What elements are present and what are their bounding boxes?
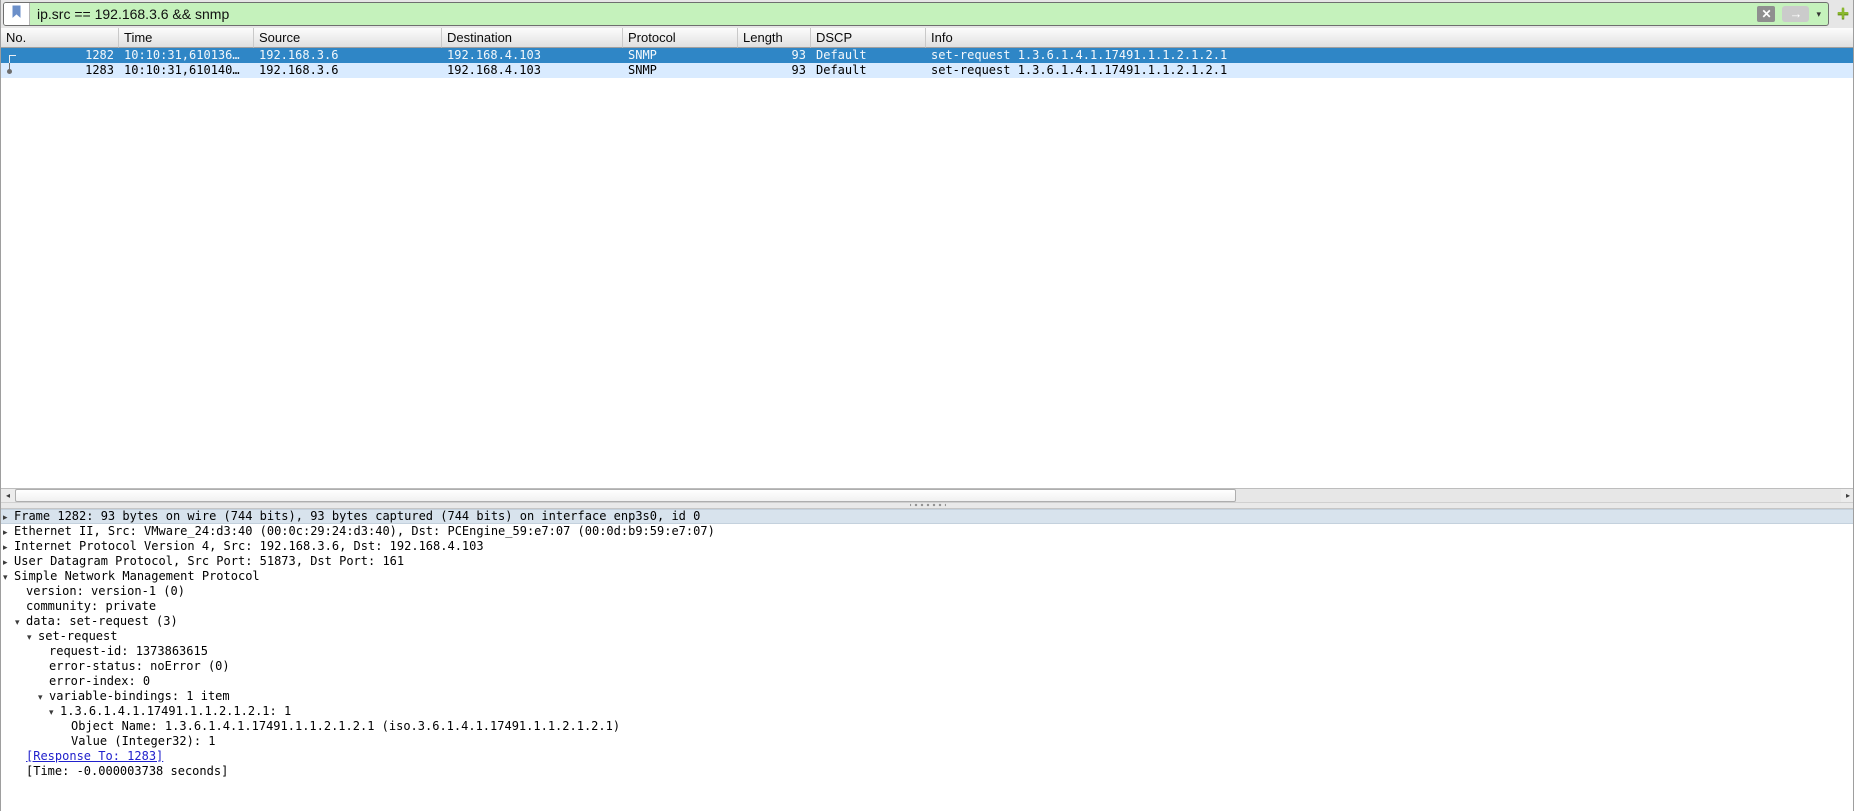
- bookmark-icon: [10, 4, 23, 25]
- cell-time: 10:10:31,610140…: [119, 63, 254, 78]
- related-response-icon: [7, 63, 19, 78]
- detail-tree-row[interactable]: Object Name: 1.3.6.1.4.1.17491.1.1.2.1.2…: [1, 719, 1854, 734]
- packet-list-pane: No.TimeSourceDestinationProtocolLengthDS…: [1, 28, 1854, 488]
- detail-line-text: Object Name: 1.3.6.1.4.1.17491.1.1.2.1.2…: [71, 719, 620, 733]
- cell-source: 192.168.3.6: [254, 63, 442, 78]
- packet-detail-pane: ▸Frame 1282: 93 bytes on wire (744 bits)…: [1, 509, 1854, 811]
- detail-tree-row[interactable]: ▸User Datagram Protocol, Src Port: 51873…: [1, 554, 1854, 569]
- detail-tree-row[interactable]: ▾set-request: [1, 629, 1854, 644]
- detail-tree-row[interactable]: ▸Internet Protocol Version 4, Src: 192.1…: [1, 539, 1854, 554]
- cell-protocol: SNMP: [623, 48, 738, 63]
- cell-time: 10:10:31,610136…: [119, 48, 254, 63]
- scroll-left-arrow-icon[interactable]: ◂: [1, 489, 15, 502]
- detail-tree-row[interactable]: request-id: 1373863615: [1, 644, 1854, 659]
- detail-line-text: data: set-request (3): [26, 614, 178, 628]
- column-header-destination[interactable]: Destination: [442, 28, 623, 48]
- detail-line-text: version: version-1 (0): [26, 584, 185, 598]
- cell-source: 192.168.3.6: [254, 48, 442, 63]
- detail-line-text: request-id: 1373863615: [49, 644, 208, 658]
- detail-line-text: Simple Network Management Protocol: [14, 569, 260, 583]
- column-header-dscp[interactable]: DSCP: [811, 28, 926, 48]
- cell-protocol: SNMP: [623, 63, 738, 78]
- scrollbar-thumb[interactable]: [15, 489, 1236, 502]
- cell-no: 1282: [1, 48, 119, 63]
- column-header-no[interactable]: No.: [1, 28, 119, 48]
- column-header-source[interactable]: Source: [254, 28, 442, 48]
- collapse-arrow-icon[interactable]: ▾: [27, 631, 38, 646]
- related-request-icon: [7, 48, 19, 63]
- expand-arrow-icon[interactable]: ▸: [3, 526, 14, 541]
- cell-info: set-request 1.3.6.1.4.1.17491.1.1.2.1.2.…: [926, 48, 1854, 63]
- detail-tree-row[interactable]: ▾variable-bindings: 1 item: [1, 689, 1854, 704]
- detail-tree-row[interactable]: community: private: [1, 599, 1854, 614]
- expand-arrow-icon[interactable]: ▸: [3, 511, 14, 526]
- detail-line-text: error-index: 0: [49, 674, 150, 688]
- collapse-arrow-icon[interactable]: ▾: [38, 691, 49, 706]
- detail-line-text: 1.3.6.1.4.1.17491.1.1.2.1.2.1: 1: [60, 704, 291, 718]
- splitter-grip-icon: [910, 503, 946, 507]
- display-filter-toolbar: ip.src == 192.168.3.6 && snmp ✕ → ▾ +: [1, 0, 1854, 28]
- filter-bookmark-button[interactable]: [4, 3, 30, 25]
- pane-splitter[interactable]: [1, 502, 1854, 509]
- cell-length: 93: [738, 48, 811, 63]
- detail-line-text: community: private: [26, 599, 156, 613]
- collapse-arrow-icon[interactable]: ▾: [3, 571, 14, 586]
- cell-info: set-request 1.3.6.1.4.1.17491.1.1.2.1.2.…: [926, 63, 1854, 78]
- cell-destination: 192.168.4.103: [442, 63, 623, 78]
- detail-tree-row[interactable]: error-index: 0: [1, 674, 1854, 689]
- filter-apply-button[interactable]: →: [1782, 6, 1809, 22]
- cell-dscp: Default: [811, 63, 926, 78]
- column-header-length[interactable]: Length: [738, 28, 811, 48]
- display-filter-input[interactable]: ip.src == 192.168.3.6 && snmp ✕ → ▾: [3, 2, 1829, 26]
- detail-tree-row[interactable]: ▾1.3.6.1.4.1.17491.1.1.2.1.2.1: 1: [1, 704, 1854, 719]
- cell-no: 1283: [1, 63, 119, 78]
- column-header-info[interactable]: Info: [926, 28, 1854, 48]
- packet-row-1282[interactable]: 128210:10:31,610136…192.168.3.6192.168.4…: [1, 48, 1854, 63]
- cell-dscp: Default: [811, 48, 926, 63]
- expand-arrow-icon[interactable]: ▸: [3, 556, 14, 571]
- detail-tree-row[interactable]: ▾Simple Network Management Protocol: [1, 569, 1854, 584]
- detail-line-text: [Time: -0.000003738 seconds]: [26, 764, 228, 778]
- column-header-time[interactable]: Time: [119, 28, 254, 48]
- cell-length: 93: [738, 63, 811, 78]
- detail-line-text: Internet Protocol Version 4, Src: 192.16…: [14, 539, 484, 553]
- detail-line-text: set-request: [38, 629, 117, 643]
- wireshark-window: ip.src == 192.168.3.6 && snmp ✕ → ▾ + No…: [0, 0, 1854, 811]
- detail-tree-row[interactable]: error-status: noError (0): [1, 659, 1854, 674]
- packet-list-header: No.TimeSourceDestinationProtocolLengthDS…: [1, 28, 1854, 48]
- packet-row-1283[interactable]: 128310:10:31,610140…192.168.3.6192.168.4…: [1, 63, 1854, 78]
- detail-line-text: User Datagram Protocol, Src Port: 51873,…: [14, 554, 404, 568]
- detail-tree-row[interactable]: ▸Ethernet II, Src: VMware_24:d3:40 (00:0…: [1, 524, 1854, 539]
- detail-tree-row[interactable]: [Response To: 1283]: [1, 749, 1854, 764]
- detail-tree-row[interactable]: Value (Integer32): 1: [1, 734, 1854, 749]
- scroll-right-arrow-icon[interactable]: ▸: [1841, 489, 1854, 502]
- cell-destination: 192.168.4.103: [442, 48, 623, 63]
- filter-controls: ✕ → ▾: [1757, 6, 1828, 22]
- detail-tree-row[interactable]: ▾data: set-request (3): [1, 614, 1854, 629]
- filter-expression-text[interactable]: ip.src == 192.168.3.6 && snmp: [30, 3, 1757, 25]
- column-header-protocol[interactable]: Protocol: [623, 28, 738, 48]
- packet-rows: 128210:10:31,610136…192.168.3.6192.168.4…: [1, 48, 1854, 78]
- detail-tree-row[interactable]: ▸Frame 1282: 93 bytes on wire (744 bits)…: [1, 509, 1854, 524]
- detail-tree-row[interactable]: [Time: -0.000003738 seconds]: [1, 764, 1854, 779]
- detail-line-text: Ethernet II, Src: VMware_24:d3:40 (00:0c…: [14, 524, 715, 538]
- detail-line-text: error-status: noError (0): [49, 659, 230, 673]
- filter-dropdown-caret-icon[interactable]: ▾: [1816, 6, 1821, 22]
- filter-clear-button[interactable]: ✕: [1757, 6, 1775, 22]
- detail-line-text: Value (Integer32): 1: [71, 734, 216, 748]
- expand-arrow-icon[interactable]: ▸: [3, 541, 14, 556]
- filter-add-button[interactable]: +: [1834, 3, 1852, 25]
- detail-line-text: variable-bindings: 1 item: [49, 689, 230, 703]
- collapse-arrow-icon[interactable]: ▾: [49, 706, 60, 721]
- detail-line-text: Frame 1282: 93 bytes on wire (744 bits),…: [14, 509, 700, 523]
- detail-line-text: [Response To: 1283]: [26, 749, 163, 763]
- detail-tree-row[interactable]: version: version-1 (0): [1, 584, 1854, 599]
- collapse-arrow-icon[interactable]: ▾: [15, 616, 26, 631]
- horizontal-scrollbar[interactable]: ◂ ▸: [1, 488, 1854, 502]
